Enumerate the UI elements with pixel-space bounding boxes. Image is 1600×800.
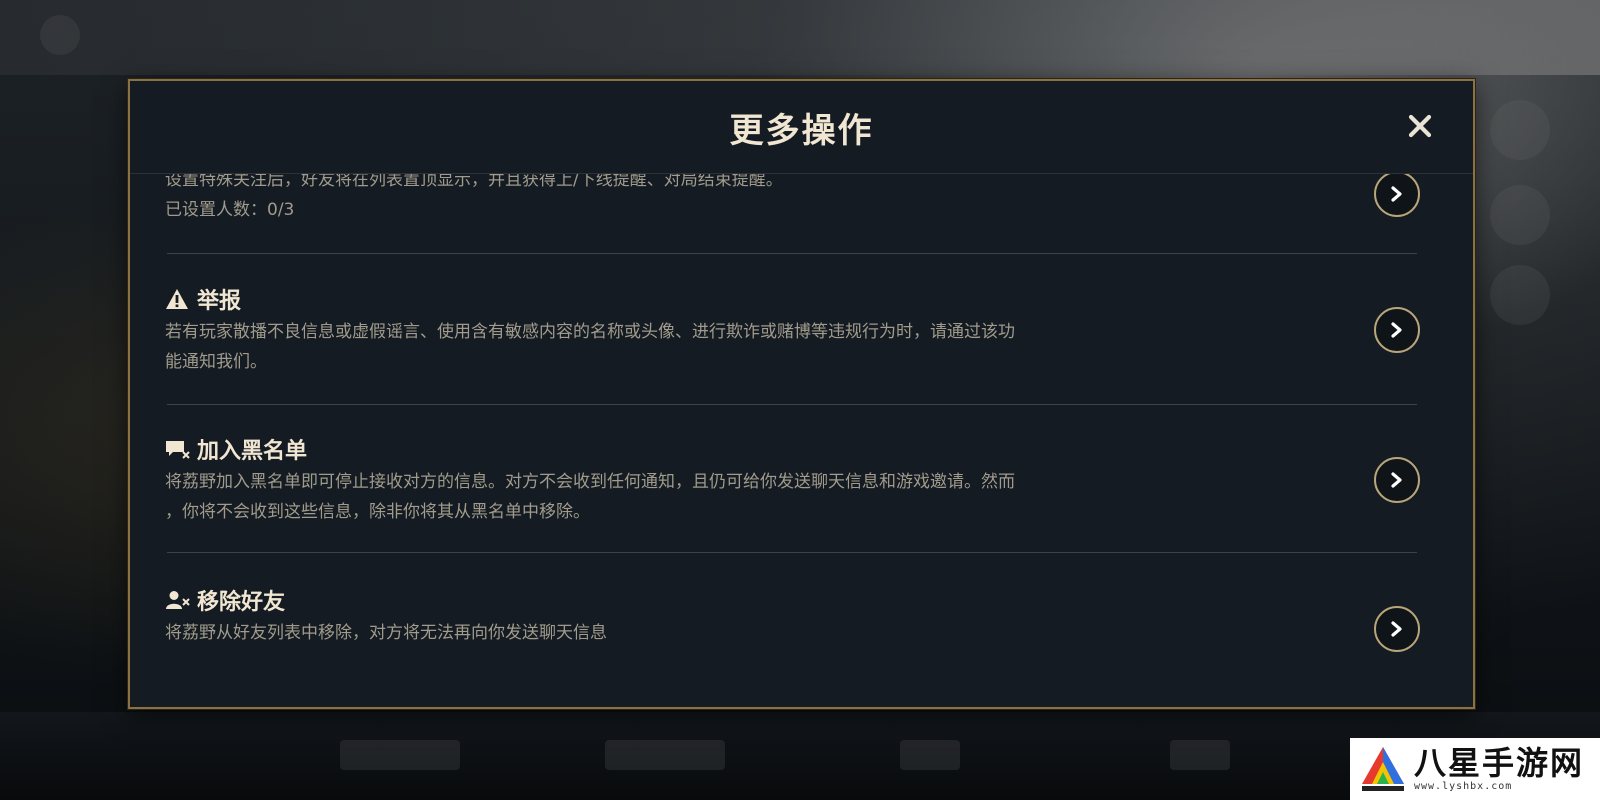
remove-user-icon <box>165 589 191 611</box>
action-item-title: 加入黑名单 <box>165 433 1420 465</box>
background-bottom-tab <box>1170 740 1230 770</box>
background-blur-shape <box>1490 100 1550 160</box>
chevron-right-icon <box>1391 186 1402 202</box>
action-item-description: 若有玩家散播不良信息或虚假谣言、使用含有敏感内容的名称或头像、进行欺诈或赌博等违… <box>165 317 1215 377</box>
watermark-logo-icon <box>1362 747 1404 791</box>
modal-title: 更多操作 <box>729 111 874 151</box>
background-blur-shape <box>1490 185 1550 245</box>
description-line: 将荔野从好友列表中移除，对方将无法再向你发送聊天信息 <box>165 623 607 643</box>
divider <box>167 404 1417 405</box>
modal-header: 更多操作 <box>130 81 1473 174</box>
remove-friend-title: 移除好友 <box>197 590 286 615</box>
close-button[interactable] <box>1403 109 1437 143</box>
description-line: 将荔野加入黑名单即可停止接收对方的信息。对方不会收到任何通知，且仍可给你发送聊天… <box>165 472 1015 492</box>
chevron-right-icon <box>1391 621 1402 637</box>
action-item-report[interactable]: 举报 若有玩家散播不良信息或虚假谣言、使用含有敏感内容的名称或头像、进行欺诈或赌… <box>165 283 1420 377</box>
divider <box>167 552 1417 553</box>
description-line: 若有玩家散播不良信息或虚假谣言、使用含有敏感内容的名称或头像、进行欺诈或赌博等违… <box>165 322 1015 342</box>
action-item-title: 举报 <box>165 283 1420 315</box>
background-bottom-tab <box>900 740 960 770</box>
side-id-text: 1938002 <box>0 370 2 419</box>
action-item-remove-friend[interactable]: 移除好友 将荔野从好友列表中移除，对方将无法再向你发送聊天信息 <box>165 584 1420 652</box>
action-item-title: 移除好友 <box>165 584 1420 616</box>
chevron-right-icon <box>1391 472 1402 488</box>
background-blur-shape <box>40 15 80 55</box>
blacklist-title: 加入黑名单 <box>197 439 308 464</box>
more-actions-modal: 设置特殊关注后，好友将在列表置顶显示，并且获得上/下线提醒、对局结束提醒。 已设… <box>128 79 1475 709</box>
action-item-description: 设置特殊关注后，好友将在列表置顶显示，并且获得上/下线提醒、对局结束提醒。 已设… <box>165 165 1215 225</box>
divider <box>167 253 1417 254</box>
background-bottom-tab <box>605 740 725 770</box>
watermark-url: www.lyshbx.com <box>1414 781 1513 792</box>
block-chat-icon <box>165 438 191 460</box>
blacklist-arrow-button[interactable] <box>1374 457 1420 503</box>
remove-friend-arrow-button[interactable] <box>1374 606 1420 652</box>
site-watermark: 八星手游网 www.lyshbx.com <box>1350 738 1600 800</box>
background-blur-shape <box>1490 265 1550 325</box>
action-item-description: 将荔野从好友列表中移除，对方将无法再向你发送聊天信息 <box>165 618 1215 648</box>
background-top-bar <box>0 0 1600 75</box>
watermark-text: 八星手游网 <box>1414 744 1585 782</box>
report-arrow-button[interactable] <box>1374 307 1420 353</box>
report-title: 举报 <box>197 289 242 314</box>
chevron-right-icon <box>1391 322 1402 338</box>
description-line: 能通知我们。 <box>165 352 267 372</box>
close-icon <box>1408 114 1432 138</box>
warning-icon <box>165 288 191 310</box>
description-line: ，你将不会收到这些信息，除非你将其从黑名单中移除。 <box>165 502 590 522</box>
background-bottom-tab <box>340 740 460 770</box>
special-follow-arrow-button[interactable] <box>1374 171 1420 217</box>
action-item-description: 将荔野加入黑名单即可停止接收对方的信息。对方不会收到任何通知，且仍可给你发送聊天… <box>165 467 1215 527</box>
description-line: 已设置人数：0/3 <box>165 200 295 220</box>
action-item-blacklist[interactable]: 加入黑名单 将荔野加入黑名单即可停止接收对方的信息。对方不会收到任何通知，且仍可… <box>165 433 1420 527</box>
